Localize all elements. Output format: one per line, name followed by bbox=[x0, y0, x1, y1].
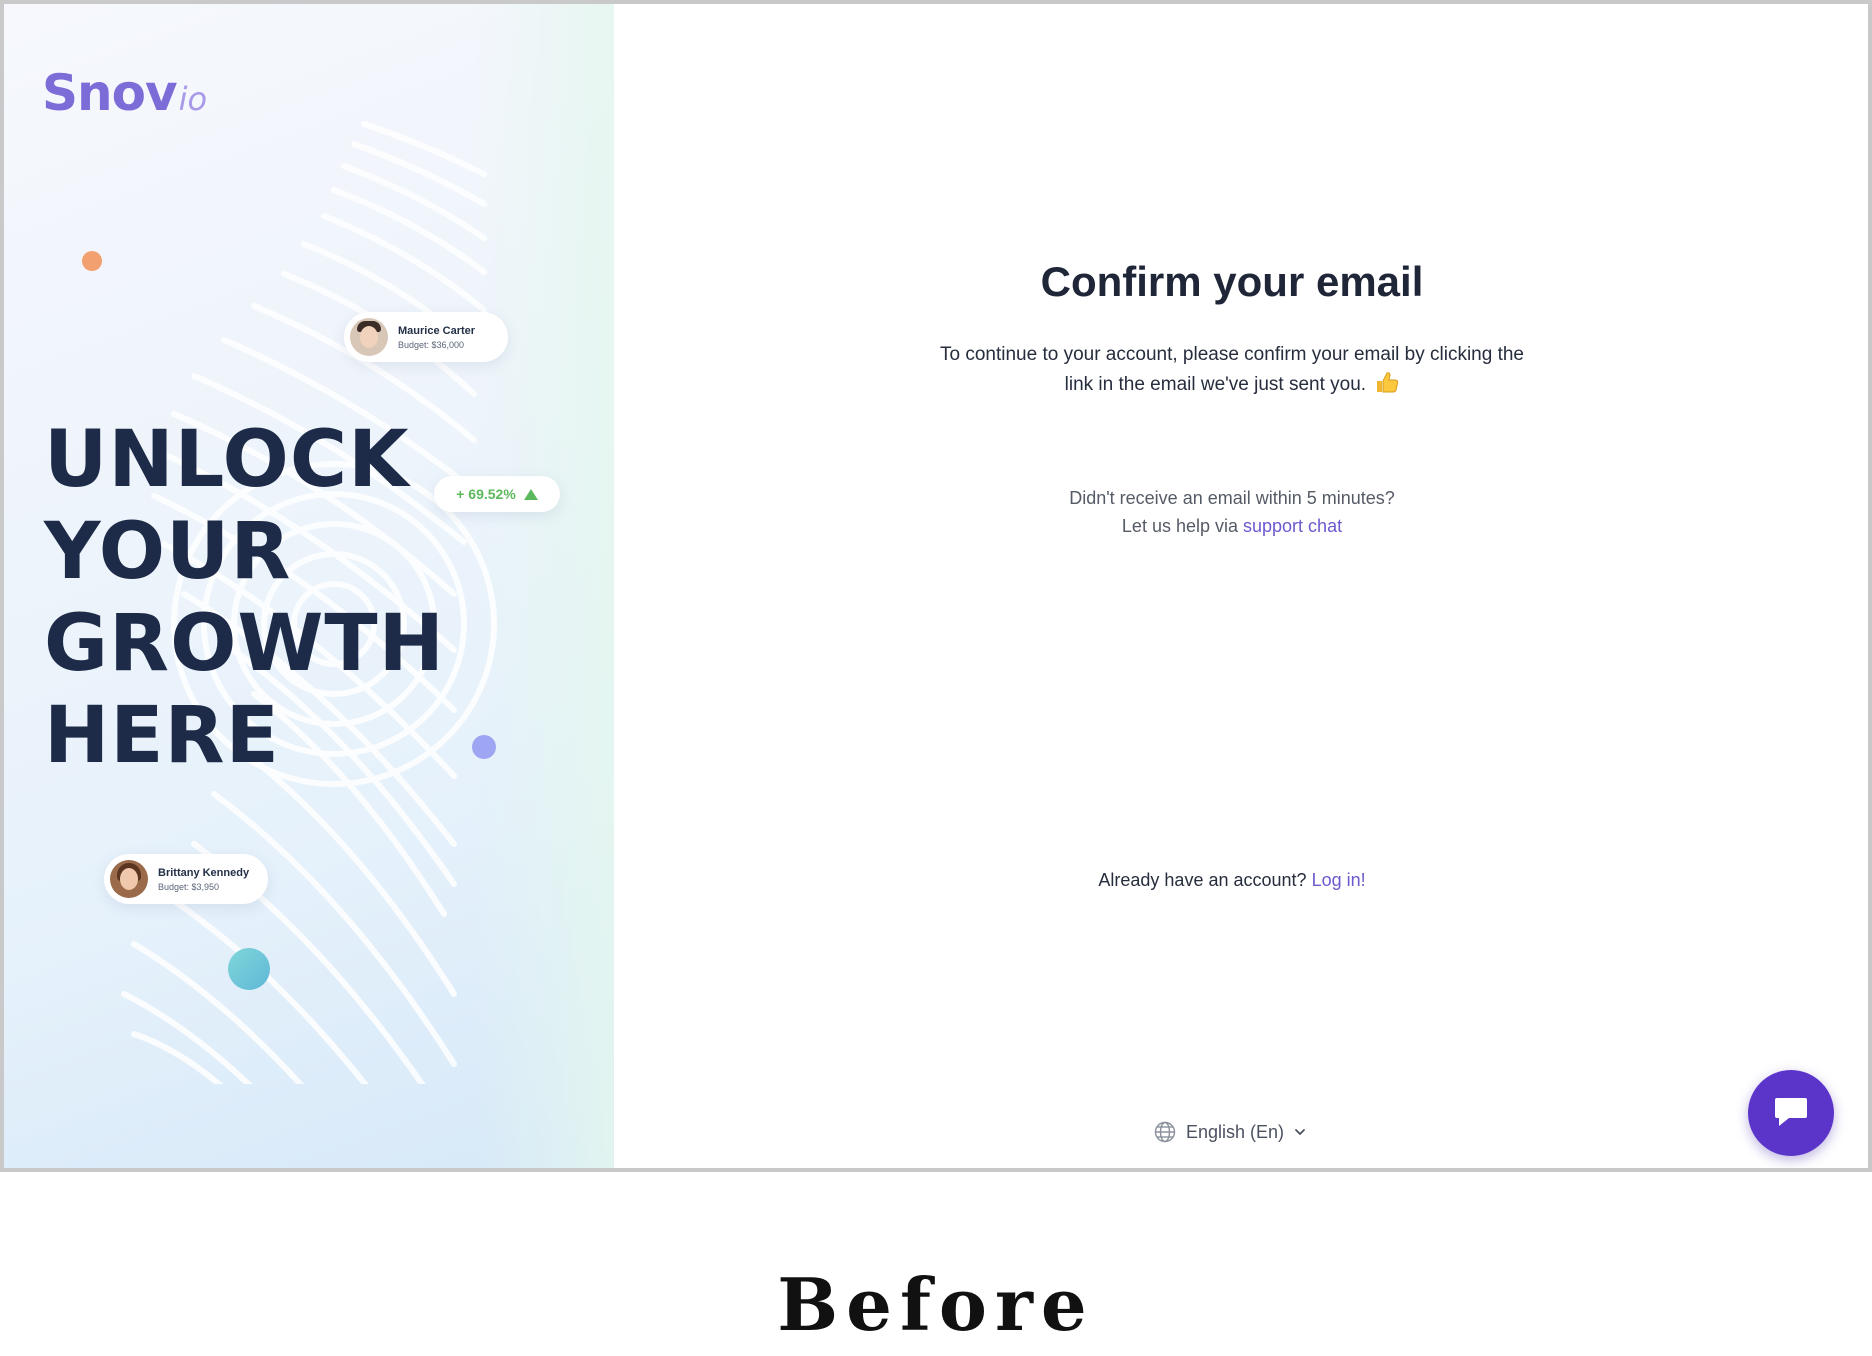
growth-badge: + 69.52% bbox=[434, 476, 560, 512]
profile-budget: Budget: $36,000 bbox=[398, 339, 465, 350]
decorative-dot-purple bbox=[472, 735, 496, 759]
profile-card-maurice: Maurice Carter Budget: $36,000 bbox=[344, 312, 508, 362]
decorative-dot-teal bbox=[228, 948, 270, 990]
logo-suffix: io bbox=[178, 80, 208, 118]
profile-name: Brittany Kennedy bbox=[158, 866, 250, 879]
headline-line: YOUR bbox=[44, 507, 292, 597]
help-line: Didn't receive an email within 5 minutes… bbox=[1069, 488, 1395, 508]
support-chat-link[interactable]: support chat bbox=[1243, 516, 1342, 536]
avatar bbox=[110, 860, 148, 898]
language-label: English (En) bbox=[1186, 1121, 1285, 1142]
login-prompt: Already have an account? Log in! bbox=[614, 870, 1850, 891]
help-text: Didn't receive an email within 5 minutes… bbox=[614, 484, 1850, 540]
thumbs-up-icon bbox=[1377, 372, 1399, 393]
snovio-logo[interactable]: Snov io bbox=[42, 64, 207, 122]
profile-card-brittany: Brittany Kennedy Budget: $3,950 bbox=[104, 854, 268, 904]
chat-launcher-button[interactable] bbox=[1748, 1070, 1834, 1156]
language-selector[interactable]: English (En) bbox=[1154, 1121, 1306, 1143]
avatar bbox=[350, 318, 388, 356]
headline-line: UNLOCK bbox=[44, 415, 410, 505]
chevron-down-icon bbox=[1295, 1129, 1305, 1136]
login-link[interactable]: Log in! bbox=[1312, 870, 1366, 890]
growth-value: + 69.52% bbox=[456, 486, 516, 502]
profile-name: Maurice Carter bbox=[398, 324, 476, 337]
hero-headline: UNLOCK YOUR GROWTH HERE bbox=[44, 414, 445, 782]
confirm-description: To continue to your account, please conf… bbox=[914, 340, 1550, 400]
description-line: To continue to your account, please conf… bbox=[939, 344, 1525, 365]
page-title: Confirm your email bbox=[1040, 258, 1424, 305]
headline-line: HERE bbox=[44, 691, 280, 781]
description-line: link in the email we've just sent you. bbox=[1064, 374, 1367, 395]
logo-wordmark: Snov bbox=[42, 64, 178, 122]
app-window: Snov io Maurice Carter Budget: $36,000 +… bbox=[0, 0, 1872, 1172]
headline-line: GROWTH bbox=[44, 599, 445, 689]
login-prompt-text: Already have an account? bbox=[1098, 870, 1307, 890]
chat-icon bbox=[1775, 1098, 1807, 1126]
confirm-email-panel: Confirm your email To continue to your a… bbox=[614, 4, 1868, 1168]
decorative-dot-orange bbox=[82, 251, 102, 271]
promo-panel: Snov io Maurice Carter Budget: $36,000 +… bbox=[4, 4, 614, 1168]
triangle-up-icon bbox=[523, 488, 538, 500]
profile-budget: Budget: $3,950 bbox=[158, 881, 220, 892]
caption-label: Before bbox=[777, 1262, 1095, 1347]
globe-icon bbox=[1154, 1121, 1176, 1143]
help-prefix: Let us help via bbox=[1121, 516, 1238, 536]
